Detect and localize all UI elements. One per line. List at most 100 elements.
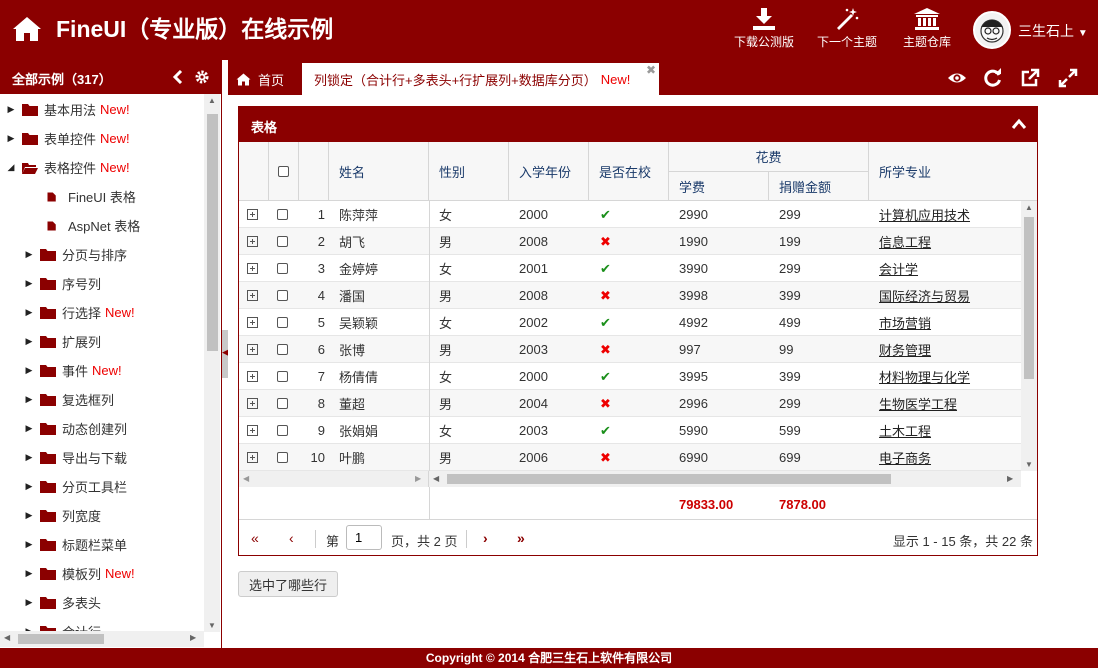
header-major[interactable]: 所学专业 (869, 142, 1037, 201)
caret-right-icon[interactable]: ▶ (24, 510, 34, 521)
table-row[interactable]: 6 张博 男 2003 ✖ 997 99 财务管理 (239, 336, 1021, 363)
sidebar-item[interactable]: ▶ 分页工具栏 (0, 472, 204, 501)
which-rows-selected-button[interactable]: 选中了哪些行 (238, 571, 338, 597)
sidebar-vertical-scrollbar[interactable]: ▲ ▼ (204, 94, 220, 632)
row-checkbox[interactable] (277, 344, 288, 355)
table-row[interactable]: 10 叶鹏 男 2006 ✖ 6990 699 电子商务 (239, 444, 1021, 471)
cell-major-link[interactable]: 国际经济与贸易 (879, 286, 970, 305)
caret-right-icon[interactable]: ▶ (6, 104, 16, 115)
sidebar-item[interactable]: ▶ 扩展列 (0, 327, 204, 356)
cell-major-link[interactable]: 计算机应用技术 (879, 205, 970, 224)
sidebar-item[interactable]: FineUI 表格 (0, 182, 204, 211)
cell-major-link[interactable]: 土木工程 (879, 421, 931, 440)
tab-home[interactable]: 首页 (236, 63, 284, 95)
select-all-checkbox[interactable] (278, 165, 289, 177)
sidebar-item[interactable]: ▶ 事件 New! (0, 356, 204, 385)
row-expand-icon[interactable] (247, 344, 258, 355)
table-row[interactable]: 1 陈萍萍 女 2000 ✔ 2990 299 计算机应用技术 (239, 201, 1021, 228)
caret-down-icon[interactable]: ◢ (6, 162, 16, 173)
collapse-chevron-icon[interactable] (172, 70, 184, 84)
sidebar-item[interactable]: ▶ 行选择 New! (0, 298, 204, 327)
row-checkbox[interactable] (277, 236, 288, 247)
theme-gallery-button[interactable]: 主题仓库 (898, 8, 956, 54)
tab-column-lock[interactable]: 列锁定（合计行+多表头+行扩展列+数据库分页） New! (302, 63, 659, 95)
row-expand-icon[interactable] (247, 425, 258, 436)
grid-vertical-scrollbar[interactable]: ▲ ▼ (1021, 201, 1037, 471)
grid-vscroll-thumb[interactable] (1024, 217, 1034, 379)
row-expand-icon[interactable] (247, 398, 258, 409)
next-page-icon[interactable]: › (483, 530, 488, 546)
avatar[interactable] (973, 11, 1011, 49)
sidebar-item[interactable]: ▶ 标题栏菜单 (0, 530, 204, 559)
sidebar-item[interactable]: ▶ 复选框列 (0, 385, 204, 414)
sidebar-item[interactable]: ▶ 序号列 (0, 269, 204, 298)
download-button[interactable]: 下载公测版 (732, 8, 796, 54)
sidebar-scroll-thumb[interactable] (207, 114, 218, 351)
row-checkbox[interactable] (277, 398, 288, 409)
sidebar-item[interactable]: ▶ 表单控件 New! (0, 124, 204, 153)
caret-right-icon[interactable]: ▶ (24, 568, 34, 579)
fullscreen-icon[interactable] (1058, 68, 1078, 88)
caret-right-icon[interactable]: ▶ (24, 539, 34, 550)
table-row[interactable]: 2 胡飞 男 2008 ✖ 1990 199 信息工程 (239, 228, 1021, 255)
caret-right-icon[interactable]: ▶ (24, 249, 34, 260)
cell-major-link[interactable]: 材料物理与化学 (879, 367, 970, 386)
sidebar-item[interactable]: ▶ 导出与下载 (0, 443, 204, 472)
table-row[interactable]: 8 董超 男 2004 ✖ 2996 299 生物医学工程 (239, 390, 1021, 417)
row-expand-icon[interactable] (247, 317, 258, 328)
cell-major-link[interactable]: 市场营销 (879, 313, 931, 332)
locked-hscrollbar[interactable]: ◀ ▶ (239, 471, 429, 487)
page-number-input[interactable] (346, 525, 382, 550)
caret-right-icon[interactable]: ▶ (24, 307, 34, 318)
header-in-school[interactable]: 是否在校 (589, 142, 669, 201)
first-page-icon[interactable]: « (251, 530, 259, 546)
row-expand-icon[interactable] (247, 371, 258, 382)
refresh-icon[interactable] (983, 68, 1003, 88)
chevron-up-icon[interactable] (1011, 118, 1027, 130)
table-row[interactable]: 7 杨倩倩 女 2000 ✔ 3995 399 材料物理与化学 (239, 363, 1021, 390)
grid-hscrollbar[interactable]: ◀ ▶ (429, 471, 1021, 487)
caret-right-icon[interactable]: ▶ (24, 278, 34, 289)
header-donation[interactable]: 捐赠金额 (769, 172, 869, 201)
sidebar-item[interactable]: ◢ 表格控件 New! (0, 153, 204, 182)
gear-icon[interactable] (194, 69, 210, 85)
table-row[interactable]: 3 金婷婷 女 2001 ✔ 3990 299 会计学 (239, 255, 1021, 282)
caret-right-icon[interactable]: ▶ (24, 394, 34, 405)
caret-right-icon[interactable]: ▶ (24, 336, 34, 347)
sidebar-item[interactable]: ▶ 分页与排序 (0, 240, 204, 269)
sidebar-item[interactable]: ▶ 模板列 New! (0, 559, 204, 588)
row-checkbox[interactable] (277, 290, 288, 301)
sidebar-item[interactable]: ▶合计行 (0, 617, 204, 632)
sidebar-item[interactable]: ▶ 列宽度 (0, 501, 204, 530)
row-expand-icon[interactable] (247, 209, 258, 220)
cell-major-link[interactable]: 财务管理 (879, 340, 931, 359)
table-row[interactable]: 9 张娟娟 女 2003 ✔ 5990 599 土木工程 (239, 417, 1021, 444)
row-checkbox[interactable] (277, 317, 288, 328)
caret-right-icon[interactable]: ▶ (24, 481, 34, 492)
caret-right-icon[interactable]: ▶ (24, 423, 34, 434)
cell-major-link[interactable]: 电子商务 (879, 448, 931, 467)
next-theme-button[interactable]: 下一个主题 (815, 8, 879, 54)
grid-hscroll-thumb[interactable] (447, 474, 891, 484)
row-checkbox[interactable] (277, 425, 288, 436)
header-year[interactable]: 入学年份 (509, 142, 589, 201)
row-expand-icon[interactable] (247, 290, 258, 301)
header-name[interactable]: 姓名 (329, 142, 429, 201)
tab-close-icon[interactable]: ✖ (646, 63, 656, 77)
row-expand-icon[interactable] (247, 263, 258, 274)
header-tuition[interactable]: 学费 (669, 172, 769, 201)
prev-page-icon[interactable]: ‹ (289, 530, 294, 546)
row-checkbox[interactable] (277, 452, 288, 463)
sidebar-item[interactable]: ▶ 基本用法 New! (0, 95, 204, 124)
caret-right-icon[interactable]: ▶ (24, 452, 34, 463)
cell-major-link[interactable]: 信息工程 (879, 232, 931, 251)
cell-major-link[interactable]: 会计学 (879, 259, 918, 278)
header-gender[interactable]: 性别 (429, 142, 509, 201)
sidebar-item[interactable]: ▶ 动态创建列 (0, 414, 204, 443)
caret-right-icon[interactable]: ▶ (24, 365, 34, 376)
caret-right-icon[interactable]: ▶ (6, 133, 16, 144)
row-checkbox[interactable] (277, 209, 288, 220)
row-checkbox[interactable] (277, 263, 288, 274)
row-checkbox[interactable] (277, 371, 288, 382)
home-icon[interactable] (12, 14, 42, 44)
